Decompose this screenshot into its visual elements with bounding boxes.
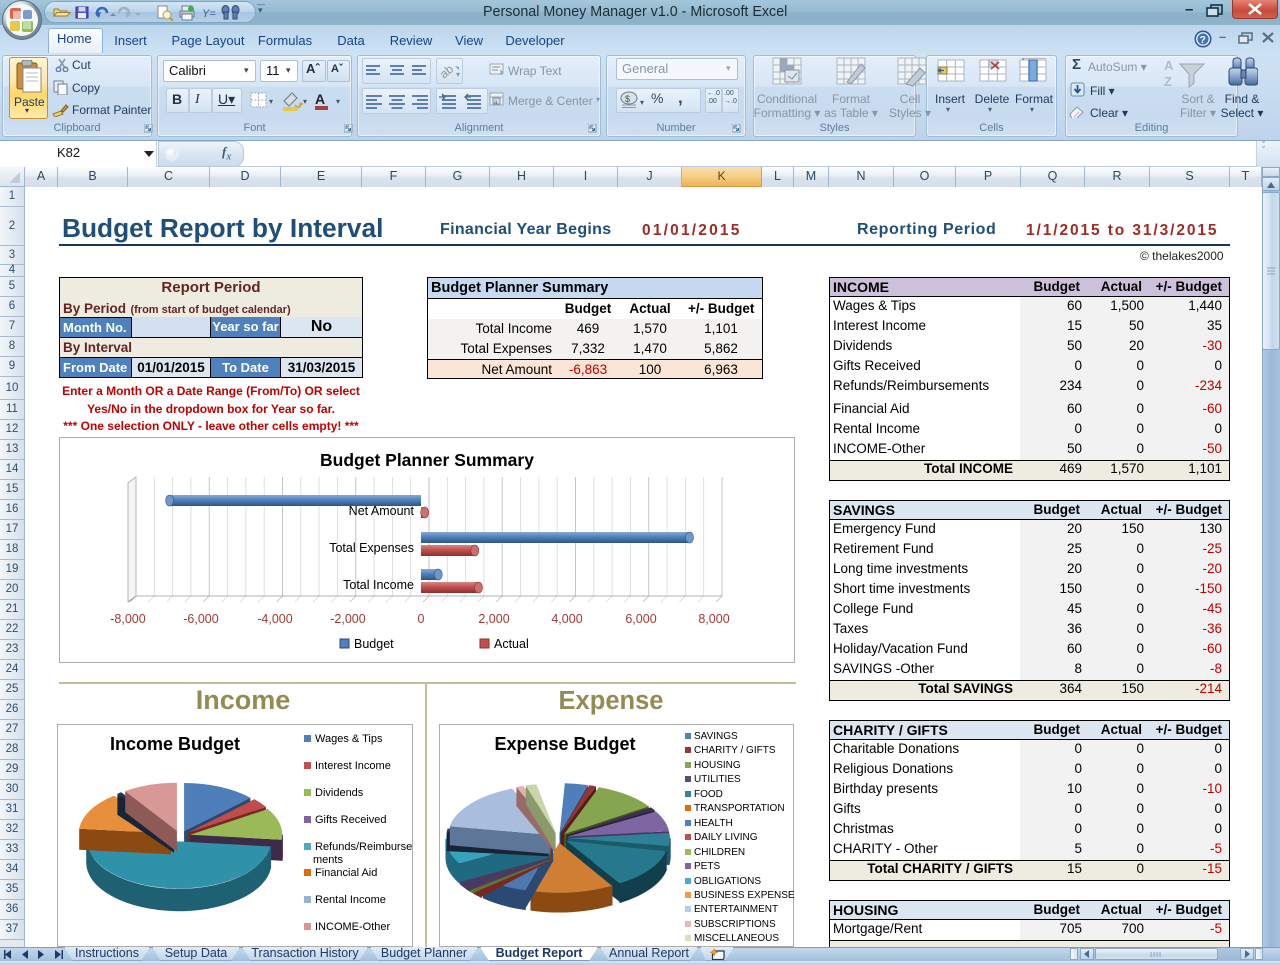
svg-text:8,000: 8,000 — [698, 612, 729, 626]
svg-text:▾: ▾ — [336, 97, 340, 106]
svg-text:▾: ▾ — [269, 97, 273, 106]
svg-text:6,000: 6,000 — [625, 612, 656, 626]
svg-text:A: A — [1164, 58, 1174, 73]
svg-text:Y=: Y= — [202, 8, 216, 20]
svg-text:Budget: Budget — [354, 637, 394, 651]
svg-text:Total Expenses: Total Expenses — [329, 541, 414, 555]
svg-text:?: ? — [1200, 34, 1206, 46]
svg-text:$: $ — [625, 94, 630, 104]
svg-text:Z: Z — [1164, 74, 1172, 89]
svg-text:-6,000: -6,000 — [183, 612, 218, 626]
svg-text:▾: ▾ — [640, 98, 644, 107]
svg-text:Budget Planner Summary: Budget Planner Summary — [320, 450, 534, 470]
svg-text:Total Income: Total Income — [343, 578, 414, 592]
svg-text:-2,000: -2,000 — [330, 612, 365, 626]
svg-text:2,000: 2,000 — [478, 612, 509, 626]
svg-text:▾: ▾ — [456, 70, 460, 79]
svg-text:Actual: Actual — [494, 637, 529, 651]
svg-text:A: A — [315, 91, 325, 107]
svg-text:4,000: 4,000 — [551, 612, 582, 626]
svg-text:▾: ▾ — [303, 97, 307, 106]
svg-text:-4,000: -4,000 — [257, 612, 292, 626]
svg-text:ab: ab — [438, 62, 456, 82]
svg-text:-8,000: -8,000 — [110, 612, 145, 626]
svg-text:0: 0 — [418, 612, 425, 626]
svg-text:Net Amount: Net Amount — [349, 504, 415, 518]
